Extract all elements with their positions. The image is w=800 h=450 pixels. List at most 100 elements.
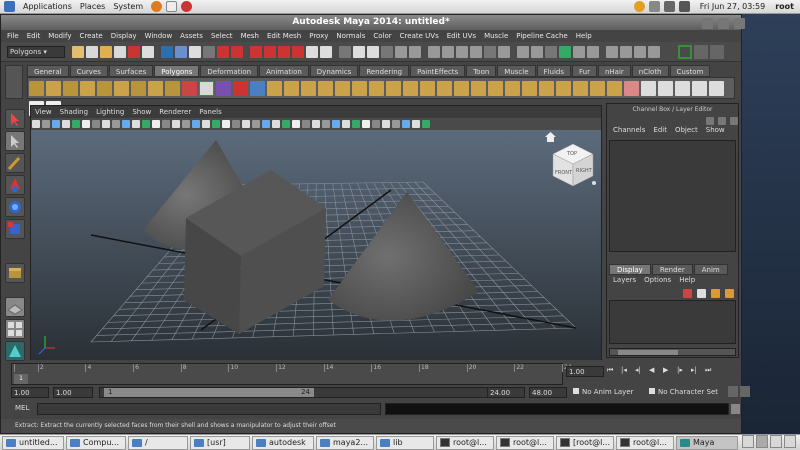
mirror-geometry-icon[interactable] [335,81,350,96]
step-forward-key-icon[interactable]: ▸| [691,366,703,378]
viewcube-menu-icon[interactable] [592,181,596,185]
poly-cone-icon[interactable] [80,81,95,96]
layer-menu-layers[interactable]: Layers [613,276,636,286]
status-line-icon[interactable] [545,46,557,58]
viewport-toolbar-icon[interactable] [32,120,40,128]
time-slider[interactable]: 1 24681012141618202224 [11,363,572,385]
character-set-selector[interactable]: No Character Set [649,387,739,398]
main-menu-color[interactable]: Color [373,32,391,40]
playback-end-field[interactable]: 24.00 [487,387,525,398]
chamfer-icon[interactable] [505,81,520,96]
shelf-tab-muscle[interactable]: Muscle [497,65,536,77]
viewport-toolbar-icon[interactable] [412,120,420,128]
move-tool-icon[interactable] [5,175,25,195]
channel-menu-object[interactable]: Object [675,126,698,137]
layer-editor-scrollbar[interactable] [609,348,736,356]
viewport-toolbar-icon[interactable] [202,120,210,128]
shelf-tab-deformation[interactable]: Deformation [200,65,259,77]
bevel-icon[interactable] [471,81,486,96]
taskbar-button[interactable]: autodesk [252,435,314,450]
insert-edge-loop-icon[interactable] [420,81,435,96]
go-to-start-icon[interactable]: ⏮ [607,366,619,378]
go-to-end-icon[interactable]: ⏭ [705,366,717,378]
menu-places[interactable]: Places [80,2,105,11]
viewport-menu-panels[interactable]: Panels [199,108,222,116]
viewport-toolbar-icon[interactable] [162,120,170,128]
shelf-menu-icon[interactable] [5,65,23,99]
layer-menu-options[interactable]: Options [644,276,671,286]
viewport-menu-lighting[interactable]: Lighting [96,108,124,116]
status-line-icon[interactable] [573,46,585,58]
viewport-toolbar-icon[interactable] [212,120,220,128]
step-back-frame-icon[interactable]: ◂| [635,366,647,378]
playback-start-field[interactable]: 1.00 [53,387,93,398]
status-line-icon[interactable] [381,46,393,58]
channel-box-icon-3[interactable] [730,117,738,125]
viewport-toolbar-icon[interactable] [62,120,70,128]
main-menu-display[interactable]: Display [111,32,137,40]
shelf-tab-fluids[interactable]: Fluids [536,65,571,77]
channel-box-toggle-icon[interactable] [710,45,724,59]
workspace-2-icon[interactable] [756,435,768,448]
update-icon[interactable] [633,1,645,12]
main-menu-help[interactable]: Help [576,32,592,40]
status-line-icon[interactable] [620,46,632,58]
viewport-toolbar-icon[interactable] [112,120,120,128]
anim-layer-selector[interactable]: No Anim Layer [573,387,645,398]
volume-icon[interactable] [663,1,675,12]
tool-settings-toggle-icon[interactable] [694,45,708,59]
layer-tab-display[interactable]: Display [609,264,651,275]
viewport-toolbar-icon[interactable] [352,120,360,128]
taskbar-button[interactable]: Maya [676,435,738,450]
status-line-icon[interactable] [395,46,407,58]
layer-icon-1[interactable] [683,289,692,298]
status-line-icon[interactable] [367,46,379,58]
status-line-icon[interactable] [142,46,154,58]
poly-pipe-icon[interactable] [165,81,180,96]
bridge-icon[interactable] [369,81,384,96]
last-tool-used-icon[interactable] [5,263,25,283]
status-line-icon[interactable] [634,46,646,58]
channel-menu-channels[interactable]: Channels [613,126,645,137]
boolean-difference-icon[interactable] [318,81,333,96]
status-line-icon[interactable] [203,46,215,58]
perspective-outliner-layout-icon[interactable] [5,341,25,361]
append-to-polygon-icon[interactable] [386,81,401,96]
shelf-tab-general[interactable]: General [27,65,69,77]
script-editor-icon[interactable] [731,404,740,414]
layer-list-area[interactable] [609,300,736,344]
paint-select-tool-icon[interactable] [5,153,25,173]
auto-key-icon[interactable] [728,386,738,397]
split-polygon-icon[interactable] [454,81,469,96]
status-line-icon[interactable] [587,46,599,58]
poly-soccer-ball-icon[interactable] [199,81,214,96]
main-menu-file[interactable]: File [7,32,19,40]
viewport-toolbar-icon[interactable] [312,120,320,128]
scene-canvas[interactable]: TOP FRONT RIGHT [31,130,601,360]
layer-menu-help[interactable]: Help [679,276,695,286]
maximize-icon[interactable] [718,18,729,29]
cylindrical-mapping-icon[interactable] [675,81,690,96]
shelf-tab-dynamics[interactable]: Dynamics [309,65,359,77]
main-menu-mesh[interactable]: Mesh [241,32,259,40]
status-line-icon[interactable] [442,46,454,58]
duplicate-face-icon[interactable] [488,81,503,96]
status-line-icon[interactable] [353,46,365,58]
taskbar-button[interactable]: maya2... [316,435,374,450]
viewport-toolbar-icon[interactable] [422,120,430,128]
main-menu-create[interactable]: Create [79,32,102,40]
viewport-toolbar-icon[interactable] [92,120,100,128]
poly-cylinder-icon[interactable] [63,81,78,96]
main-menu-muscle[interactable]: Muscle [484,32,508,40]
combine-icon[interactable] [233,81,248,96]
viewport-toolbar-icon[interactable] [72,120,80,128]
shelf-tab-fur[interactable]: Fur [571,65,597,77]
taskbar-button[interactable]: [root@l... [556,435,614,450]
poly-plane-icon[interactable] [97,81,112,96]
extract-icon[interactable] [267,81,282,96]
mel-label[interactable]: MEL [15,404,29,412]
viewport-menu-renderer[interactable]: Renderer [159,108,191,116]
main-menu-edit-mesh[interactable]: Edit Mesh [267,32,301,40]
merge-vertices-icon[interactable] [522,81,537,96]
poly-pyramid-icon[interactable] [148,81,163,96]
